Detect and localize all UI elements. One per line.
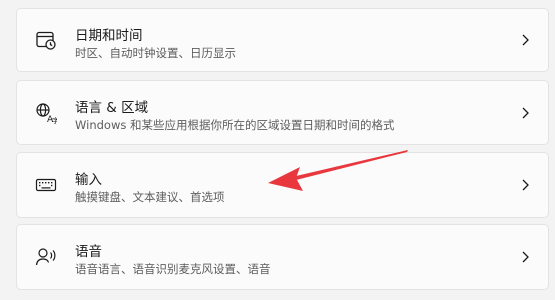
settings-item-date-time[interactable]: 日期和时间 时区、自动时钟设置、日历显示 [16, 8, 549, 72]
keyboard-icon [35, 174, 57, 196]
item-title: 输入 [75, 172, 102, 188]
item-subtitle: 触摸键盘、文本建议、首选项 [75, 190, 225, 204]
svg-text:字: 字 [52, 116, 57, 124]
settings-item-language-region[interactable]: A 字 语言 & 区域 Windows 和某些应用根据你所在的区域设置日期和时间… [16, 80, 549, 145]
calendar-clock-icon [35, 29, 57, 51]
item-title: 语音 [75, 244, 102, 260]
item-subtitle: 语音语言、语音识别麦克风设置、语音 [75, 262, 271, 276]
chevron-right-icon [520, 106, 530, 120]
item-title: 日期和时间 [75, 28, 143, 44]
item-subtitle: 时区、自动时钟设置、日历显示 [75, 46, 236, 60]
settings-page: 日期和时间 时区、自动时钟设置、日历显示 A 字 语言 & 区域 Windows… [0, 0, 555, 300]
chevron-right-icon [520, 33, 530, 47]
item-subtitle: Windows 和某些应用根据你所在的区域设置日期和时间的格式 [75, 118, 395, 132]
language-region-icon: A 字 [35, 102, 57, 124]
settings-item-speech[interactable]: 语音 语音语言、语音识别麦克风设置、语音 [16, 224, 549, 290]
speech-icon [35, 246, 57, 268]
item-title: 语言 & 区域 [75, 100, 149, 116]
chevron-right-icon [520, 178, 530, 192]
chevron-right-icon [520, 250, 530, 264]
settings-item-input[interactable]: 输入 触摸键盘、文本建议、首选项 [16, 152, 549, 218]
